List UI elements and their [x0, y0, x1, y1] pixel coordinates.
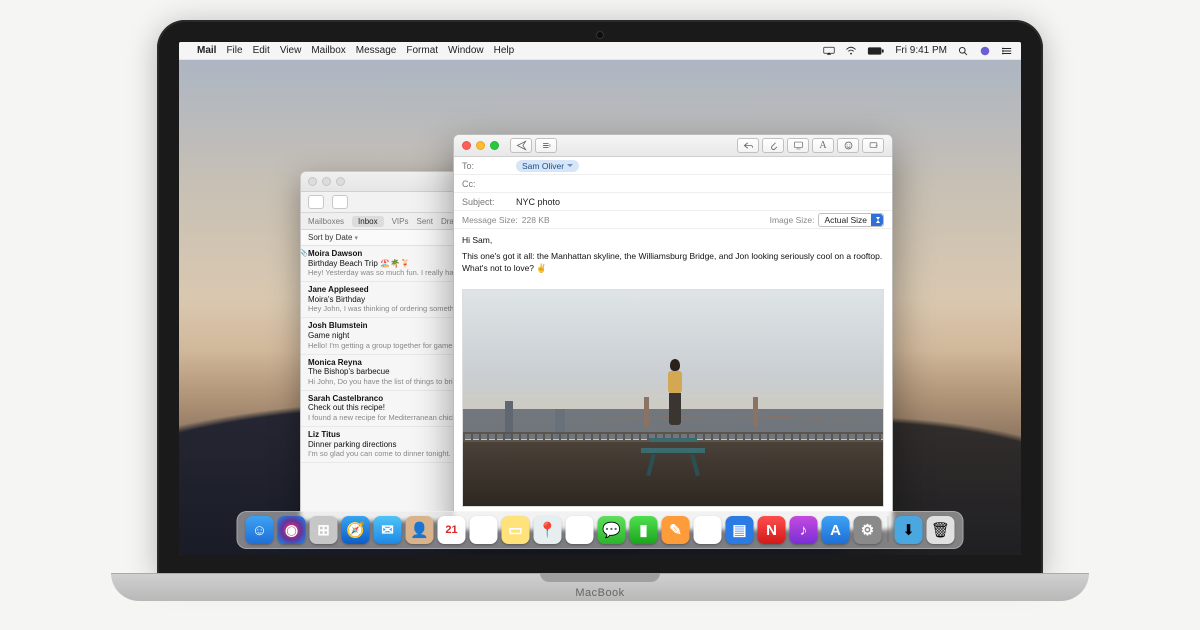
- recipient-token[interactable]: Sam Oliver: [516, 160, 579, 172]
- image-size-label: Image Size:: [770, 215, 815, 225]
- dock-launchpad[interactable]: ⊞: [310, 516, 338, 544]
- send-button[interactable]: [510, 138, 532, 153]
- compose-button[interactable]: [332, 195, 348, 209]
- message-meta-row: Message Size: 228 KB Image Size: Actual …: [454, 211, 892, 229]
- message-size-label: Message Size:: [462, 215, 518, 225]
- filter-sent[interactable]: Sent: [417, 217, 433, 226]
- emoji-button[interactable]: [837, 138, 859, 153]
- dock-photos[interactable]: ✿: [566, 516, 594, 544]
- close-button[interactable]: [462, 141, 471, 150]
- menubar-clock[interactable]: Fri 9:41 PM: [895, 45, 947, 56]
- dock-pages[interactable]: ✎: [662, 516, 690, 544]
- photo-attachment[interactable]: [462, 289, 884, 507]
- dock-appstore[interactable]: A: [822, 516, 850, 544]
- close-button[interactable]: [308, 177, 317, 186]
- get-mail-button[interactable]: [308, 195, 324, 209]
- dock-keynote[interactable]: ▤: [726, 516, 754, 544]
- to-label: To:: [462, 161, 516, 171]
- image-size-select[interactable]: Actual Size: [818, 213, 884, 227]
- message-from: Jane Appleseed: [308, 285, 369, 295]
- zoom-button[interactable]: [490, 141, 499, 150]
- filter-inbox[interactable]: Inbox: [352, 216, 384, 227]
- dock-contacts[interactable]: 👤: [406, 516, 434, 544]
- minimize-button[interactable]: [322, 177, 331, 186]
- dock[interactable]: ☺◉⊞🧭✉👤21☰▭📍✿💬▮✎▥▤N♪A⚙ ⬇🗑: [237, 511, 964, 549]
- dock-maps[interactable]: 📍: [534, 516, 562, 544]
- message-from: Moira Dawson: [308, 249, 362, 259]
- message-from: Josh Blumstein: [308, 321, 368, 331]
- sort-label: Sort by Date: [308, 233, 352, 242]
- dock-siri[interactable]: ◉: [278, 516, 306, 544]
- subject-label: Subject:: [462, 197, 516, 207]
- hinge-notch: [540, 573, 660, 582]
- cc-label: Cc:: [462, 179, 516, 189]
- message-from: Monica Reyna: [308, 358, 362, 368]
- header-fields-button[interactable]: [535, 138, 557, 153]
- menu-view[interactable]: View: [280, 45, 302, 56]
- battery-icon[interactable]: [867, 46, 885, 56]
- format-button[interactable]: A: [812, 138, 834, 153]
- message-size-value: 228 KB: [522, 215, 550, 225]
- dock-facetime[interactable]: ▮: [630, 516, 658, 544]
- dock-downloads[interactable]: ⬇: [895, 516, 923, 544]
- compose-window[interactable]: A To: Sam Oliver Cc: Subject: NYC photo: [453, 134, 893, 530]
- dock-numbers[interactable]: ▥: [694, 516, 722, 544]
- camera-icon: [597, 32, 603, 38]
- dock-messages[interactable]: 💬: [598, 516, 626, 544]
- body-greeting: Hi Sam,: [462, 235, 884, 246]
- menu-message[interactable]: Message: [356, 45, 397, 56]
- dock-separator: [888, 516, 889, 542]
- menu-edit[interactable]: Edit: [253, 45, 270, 56]
- to-field-row[interactable]: To: Sam Oliver: [454, 157, 892, 175]
- subject-input[interactable]: NYC photo: [516, 197, 560, 207]
- menu-help[interactable]: Help: [494, 45, 515, 56]
- dock-safari[interactable]: 🧭: [342, 516, 370, 544]
- siri-menubar-icon[interactable]: [979, 46, 991, 56]
- notification-center-icon[interactable]: [1001, 46, 1013, 56]
- menu-file[interactable]: File: [226, 45, 242, 56]
- paperclip-icon: 📎: [301, 250, 308, 258]
- airplay-icon[interactable]: [823, 46, 835, 56]
- compose-titlebar[interactable]: A: [454, 135, 892, 157]
- bezel: Mail File Edit View Mailbox Message Form…: [157, 20, 1043, 575]
- macbook-frame: Mail File Edit View Mailbox Message Form…: [157, 20, 1043, 620]
- menu-window[interactable]: Window: [448, 45, 484, 56]
- screen: Mail File Edit View Mailbox Message Form…: [179, 42, 1021, 555]
- dock-trash[interactable]: 🗑: [927, 516, 955, 544]
- compose-body[interactable]: Hi Sam, This one's got it all: the Manha…: [454, 229, 892, 285]
- message-from: Sarah Castelbranco: [308, 394, 383, 404]
- dock-preferences[interactable]: ⚙: [854, 516, 882, 544]
- subject-field-row[interactable]: Subject: NYC photo: [454, 193, 892, 211]
- photo-browser-button[interactable]: [787, 138, 809, 153]
- cc-field-row[interactable]: Cc:: [454, 175, 892, 193]
- chevron-down-icon: ▾: [354, 235, 358, 242]
- filter-mailboxes[interactable]: Mailboxes: [308, 217, 344, 226]
- reply-button[interactable]: [737, 138, 759, 153]
- zoom-button[interactable]: [336, 177, 345, 186]
- message-from: Liz Titus: [308, 430, 340, 440]
- dock-mail[interactable]: ✉: [374, 516, 402, 544]
- wifi-icon[interactable]: [845, 46, 857, 56]
- body-text: This one's got it all: the Manhattan sky…: [462, 251, 884, 274]
- dock-news[interactable]: N: [758, 516, 786, 544]
- app-name-menu[interactable]: Mail: [197, 45, 216, 56]
- attach-button[interactable]: [762, 138, 784, 153]
- minimize-button[interactable]: [476, 141, 485, 150]
- dock-reminders[interactable]: ☰: [470, 516, 498, 544]
- dock-notes[interactable]: ▭: [502, 516, 530, 544]
- menu-format[interactable]: Format: [406, 45, 438, 56]
- spotlight-icon[interactable]: [957, 46, 969, 56]
- menubar[interactable]: Mail File Edit View Mailbox Message Form…: [179, 42, 1021, 60]
- menu-mailbox[interactable]: Mailbox: [311, 45, 345, 56]
- filter-vips[interactable]: VIPs: [392, 217, 409, 226]
- dock-itunes[interactable]: ♪: [790, 516, 818, 544]
- dock-finder[interactable]: ☺: [246, 516, 274, 544]
- dock-calendar[interactable]: 21: [438, 516, 466, 544]
- markup-button[interactable]: [862, 138, 884, 153]
- brand-label: MacBook: [575, 587, 624, 599]
